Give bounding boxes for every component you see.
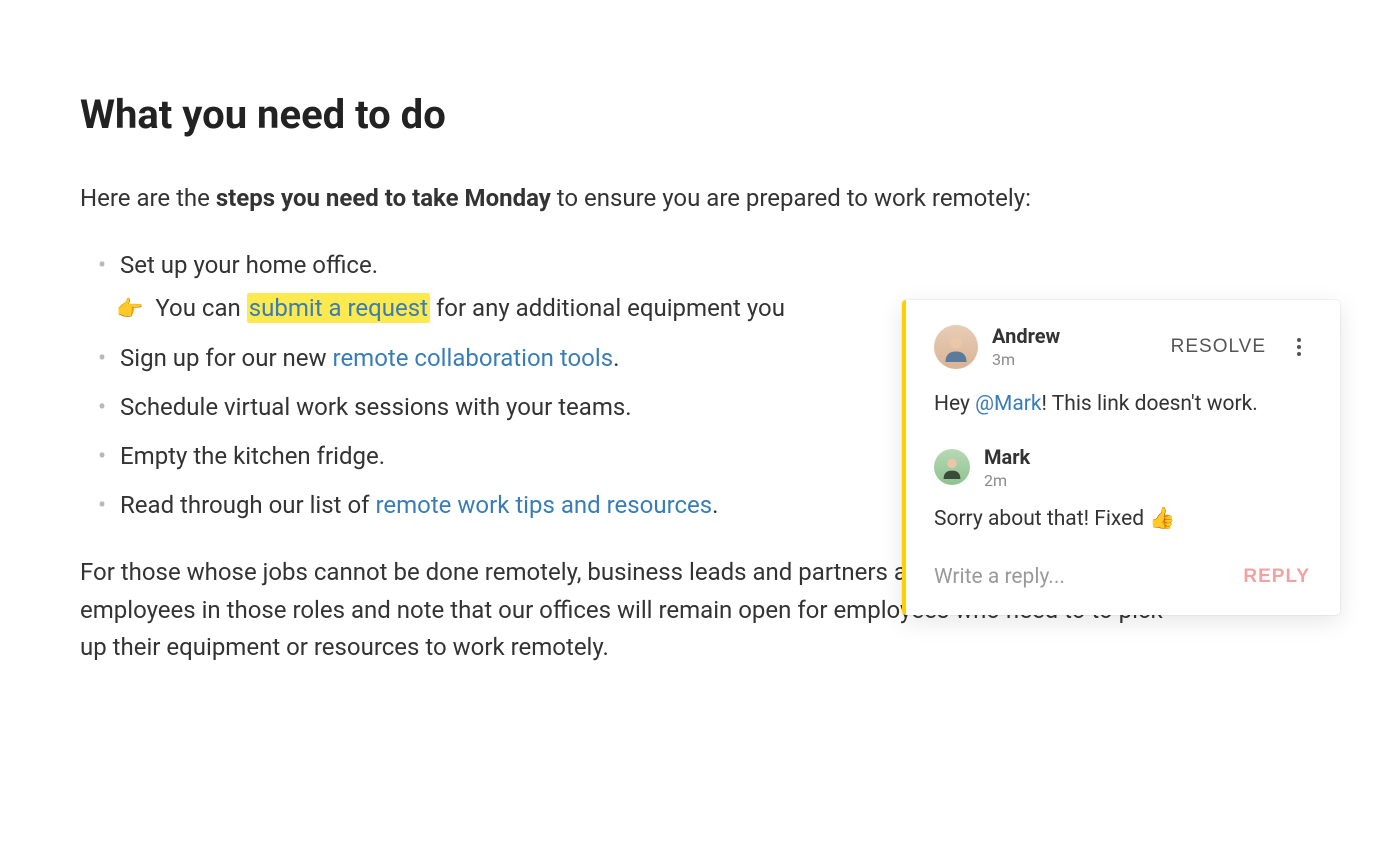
- person-icon: [940, 455, 964, 479]
- avatar: [934, 449, 970, 485]
- comment-author: Andrew: [992, 324, 1060, 348]
- submit-request-link[interactable]: submit a request: [249, 294, 428, 322]
- sub-after: for any additional equipment you: [430, 294, 785, 322]
- comment-timestamp: 2m: [984, 471, 1030, 490]
- reply-header: Mark 2m: [934, 445, 1312, 490]
- author-block: Mark 2m: [984, 445, 1030, 490]
- comment: Andrew 3m RESOLVE Hey @Mark! This link: [906, 300, 1340, 431]
- comment-reply: Mark 2m Sorry about that! Fixed 👍: [906, 431, 1340, 542]
- comment-body: Sorry about that! Fixed 👍: [934, 504, 1312, 536]
- sub-before: You can: [149, 294, 246, 322]
- pointing-hand-icon: 👉: [116, 297, 143, 322]
- step-text: Schedule virtual work sessions with your…: [120, 393, 632, 421]
- reply-row: REPLY: [906, 541, 1340, 607]
- comment-header: Andrew 3m RESOLVE: [934, 324, 1312, 369]
- step-text: Empty the kitchen fridge.: [120, 442, 385, 470]
- intro-paragraph: Here are the steps you need to take Mond…: [80, 180, 1180, 217]
- intro-prefix: Here are the: [80, 184, 216, 212]
- comment-text-suffix: ! This link doesn't work.: [1042, 392, 1258, 416]
- comment-text-prefix: Hey: [934, 392, 975, 416]
- person-icon: [941, 332, 971, 362]
- comment-thread-panel: Andrew 3m RESOLVE Hey @Mark! This link: [902, 300, 1340, 615]
- intro-suffix: to ensure you are prepared to work remot…: [551, 184, 1031, 212]
- step-text: Set up your home office.: [120, 251, 378, 279]
- comment-actions: RESOLVE: [1169, 332, 1312, 362]
- comment-body: Hey @Mark! This link doesn't work.: [934, 389, 1312, 421]
- user-mention[interactable]: @Mark: [975, 392, 1041, 416]
- remote-tools-link[interactable]: remote collaboration tools: [333, 344, 614, 372]
- remote-tips-link[interactable]: remote work tips and resources: [375, 491, 712, 519]
- more-options-button[interactable]: [1286, 334, 1312, 360]
- author-block: Andrew 3m: [992, 324, 1060, 369]
- highlighted-text: submit a request: [247, 293, 430, 323]
- reply-button[interactable]: REPLY: [1241, 562, 1312, 592]
- resolve-button[interactable]: RESOLVE: [1169, 332, 1268, 362]
- step-before: Read through our list of: [120, 491, 375, 519]
- step-after: .: [613, 344, 619, 372]
- step-after: .: [712, 491, 718, 519]
- vertical-dots-icon: [1290, 338, 1308, 356]
- avatar: [934, 325, 978, 369]
- page-title: What you need to do: [80, 90, 1180, 140]
- comment-author: Mark: [984, 445, 1030, 469]
- comment-timestamp: 3m: [992, 350, 1060, 369]
- intro-bold: steps you need to take Monday: [216, 184, 551, 212]
- step-before: Sign up for our new: [120, 344, 333, 372]
- reply-input[interactable]: [934, 561, 1241, 593]
